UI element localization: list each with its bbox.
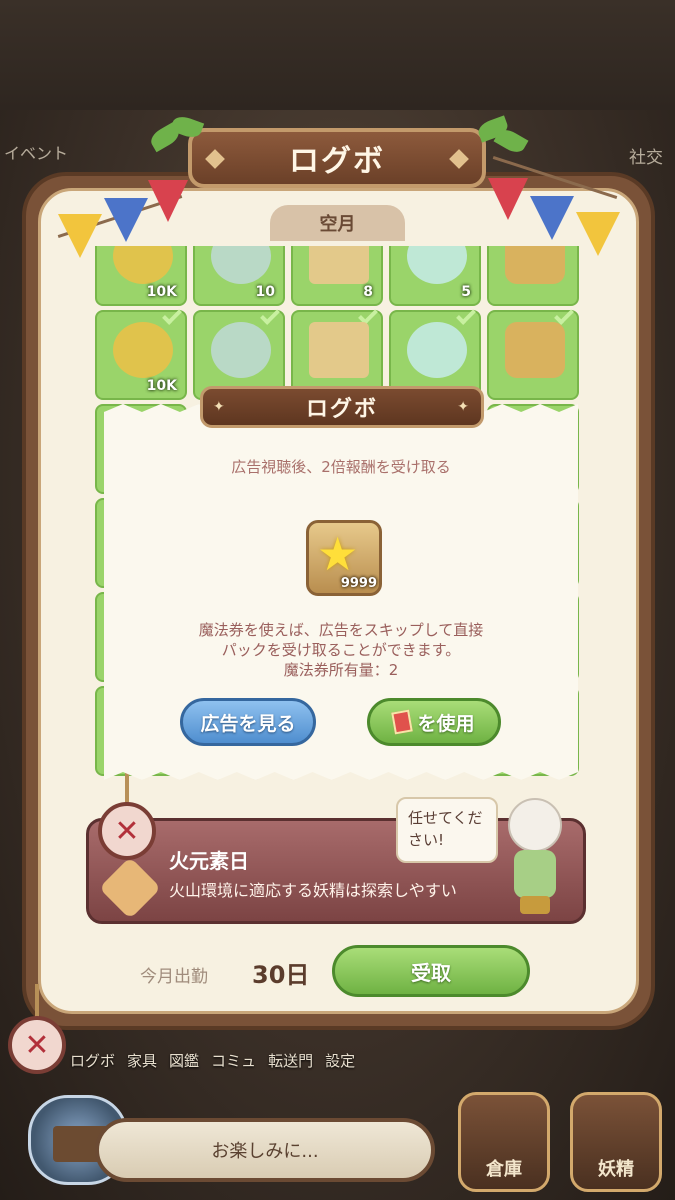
bunting-flag-icon: [58, 214, 102, 258]
attendance-value: 30日: [252, 961, 310, 989]
attendance-label: 今月出勤: [140, 967, 208, 987]
popup-message: 広告視聴後、2倍報酬を受け取る: [231, 458, 451, 476]
bottom-tab-bar: ログボ 家具 図鑑 コミュ 転送門 設定: [70, 1050, 470, 1080]
cracker-icon: [309, 322, 369, 378]
character-body: [514, 850, 556, 898]
ticket-count: 魔法券所有量：2: [283, 661, 399, 679]
diamond-icon: [449, 149, 469, 169]
coin-icon: [113, 322, 173, 378]
sparkle-icon: ✦: [213, 399, 227, 415]
fairy-character: [500, 798, 570, 918]
panel-close-button[interactable]: ✕: [8, 1016, 66, 1074]
use-ticket-label: を使用: [417, 712, 475, 735]
panel-title: ログボ: [289, 144, 385, 179]
reward-cell[interactable]: 10K: [95, 246, 187, 306]
tab-login-bonus[interactable]: ログボ: [70, 1050, 115, 1080]
reward-cell[interactable]: 8: [291, 246, 383, 306]
check-icon: [260, 305, 280, 325]
tab-furniture[interactable]: 家具: [127, 1050, 157, 1080]
tab-teleport-gate[interactable]: 転送門: [268, 1050, 313, 1080]
event-menu-label[interactable]: イベント: [4, 140, 68, 164]
watch-ad-button[interactable]: 広告を見る: [180, 698, 316, 746]
element-day-description: 火山環境に適応する妖精は探索しやすい: [169, 881, 457, 900]
bunting-flag-icon: [488, 178, 528, 220]
speech-bubble-text: 任せてください!: [408, 809, 483, 849]
character-head: [508, 798, 562, 852]
panel-title-plate: ログボ: [188, 128, 486, 188]
fairy-button[interactable]: 妖精: [570, 1092, 662, 1192]
receive-button[interactable]: 受取: [332, 945, 530, 997]
fairy-label: 妖精: [598, 1159, 634, 1180]
social-menu-label[interactable]: 社交: [629, 143, 663, 168]
month-tab: 空月: [270, 205, 405, 241]
close-icon: ✕: [24, 1027, 50, 1063]
receive-button-label: 受取: [411, 960, 451, 985]
reward-qty: 8: [363, 284, 373, 300]
message-bar[interactable]: お楽しみに...: [95, 1118, 435, 1182]
reward-cell[interactable]: [487, 305, 579, 400]
popup-note: 魔法券を使えば、広告をスキップして直接 パックを受け取ることができます。 魔法券…: [104, 620, 578, 680]
popup-note-line: パックを受け取ることができます。: [221, 641, 461, 659]
reward-cell[interactable]: 10K: [95, 305, 187, 400]
popup-title-plate: ✦ ログボ ✦: [200, 386, 484, 428]
warehouse-label: 倉庫: [486, 1159, 522, 1180]
reward-cell[interactable]: [487, 246, 579, 306]
reward-qty: 5: [461, 284, 471, 300]
background-shelf: [0, 0, 675, 110]
reward-qty: 10: [255, 284, 275, 300]
coin-icon: [113, 246, 173, 284]
magic-ticket-icon: [391, 709, 414, 735]
speech-bubble: 任せてください!: [396, 797, 498, 863]
star-icon: ★: [317, 527, 359, 581]
diamond-icon: [205, 149, 225, 169]
star-crystal-icon: [407, 322, 467, 378]
bunting-flag-icon: [530, 196, 574, 240]
reward-item: ★ 9999: [306, 520, 382, 596]
check-icon: [456, 305, 476, 325]
warehouse-button[interactable]: 倉庫: [458, 1092, 550, 1192]
popup-title: ログボ: [305, 397, 378, 422]
reward-cell[interactable]: 5: [389, 246, 481, 306]
rope: [35, 984, 39, 1018]
cracker-icon: [309, 246, 369, 284]
star-crystal-icon: [407, 246, 467, 284]
reward-item-qty: 9999: [340, 576, 377, 591]
tab-community[interactable]: コミュ: [211, 1050, 256, 1080]
bunting-flag-icon: [148, 180, 188, 222]
character-stand: [520, 896, 550, 914]
bunting-flag-icon: [576, 212, 620, 256]
rope: [125, 770, 129, 804]
check-icon: [162, 305, 182, 325]
use-ticket-button[interactable]: を使用: [367, 698, 501, 746]
popup-note-line: 魔法券を使えば、広告をスキップして直接: [198, 621, 484, 639]
watch-ad-label: 広告を見る: [200, 712, 296, 735]
tab-encyclopedia[interactable]: 図鑑: [169, 1050, 199, 1080]
element-day-title: 火元素日: [169, 849, 249, 873]
close-icon: ✕: [114, 813, 140, 849]
sparkle-icon: ✦: [457, 399, 471, 415]
treasure-chest-icon: [505, 246, 565, 284]
message-bar-text: お楽しみに...: [211, 1141, 319, 1162]
reward-qty: 10K: [146, 284, 177, 300]
banner-close-button[interactable]: ✕: [98, 802, 156, 860]
bunting-flag-icon: [104, 198, 148, 242]
tab-settings[interactable]: 設定: [325, 1050, 355, 1080]
reward-qty: 10K: [146, 378, 177, 394]
month-tab-label: 空月: [319, 214, 356, 235]
hourglass-icon: [211, 322, 271, 378]
treasure-chest-icon: [505, 322, 565, 378]
hourglass-icon: [211, 246, 271, 284]
reward-cell[interactable]: 10: [193, 246, 285, 306]
